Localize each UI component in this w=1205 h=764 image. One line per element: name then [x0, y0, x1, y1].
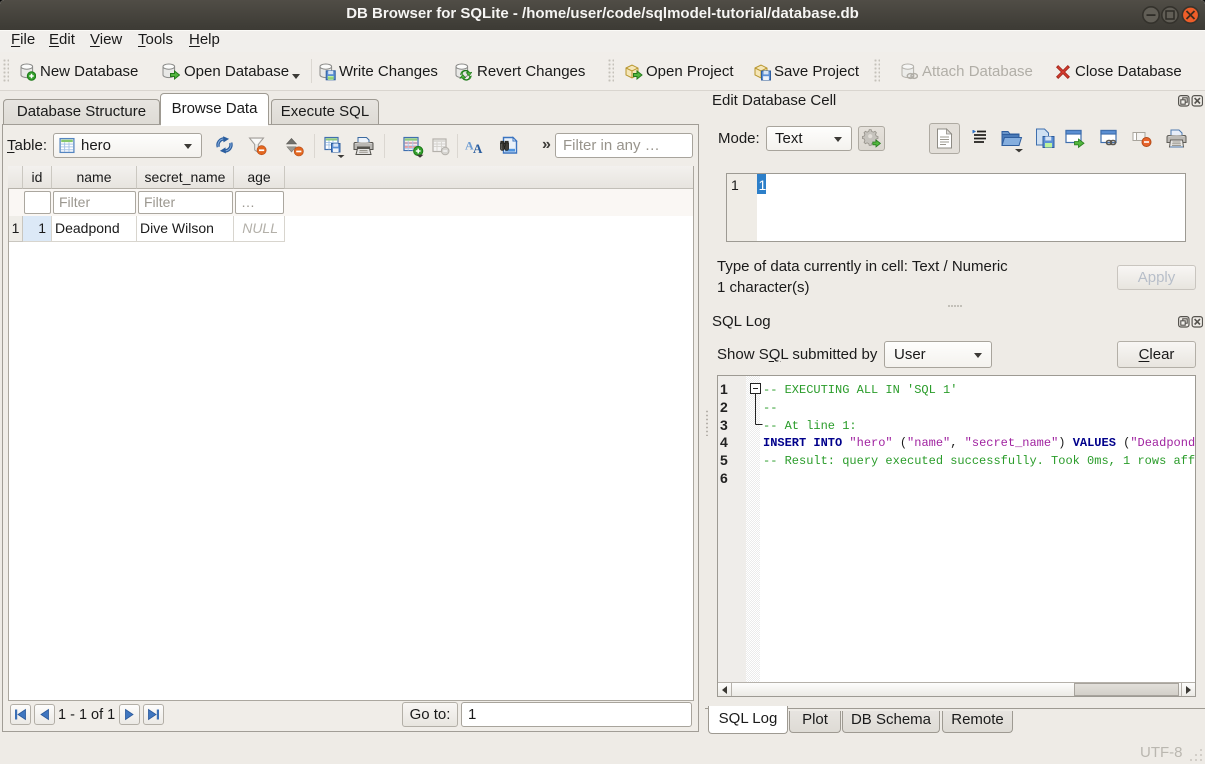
svg-text:A: A [473, 141, 483, 155]
